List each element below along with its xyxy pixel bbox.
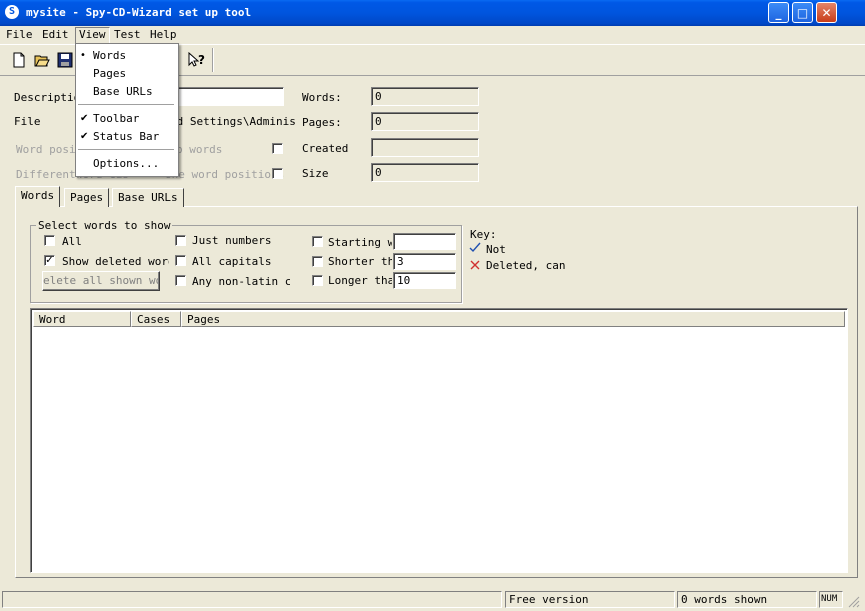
toolbar-separator [212,48,214,72]
cross-icon [469,259,481,271]
view-menu-words[interactable]: • Words [76,47,176,64]
one-word-positions-label: one word positions [165,168,285,181]
tab-base-urls[interactable]: Base URLs [112,188,184,207]
created-label: Created [302,142,349,155]
new-document-icon[interactable] [8,49,29,70]
stop-words-label: p words [176,143,223,156]
description-input[interactable] [170,87,284,106]
title-bar: S mysite - Spy-CD-Wizard set up tool _ □… [0,0,865,26]
menu-file[interactable]: File [3,27,36,43]
checkmark-icon: ✔ [80,131,89,142]
select-words-group-title: Select words to show [36,219,173,232]
view-menu-toolbar[interactable]: ✔ Toolbar [76,110,176,127]
just-numbers-checkbox[interactable] [175,235,186,246]
tab-words[interactable]: Words [15,186,61,207]
minimize-button[interactable]: _ [768,2,789,23]
open-folder-icon[interactable] [31,49,52,70]
all-checkbox[interactable] [44,235,55,246]
longer-than-label: Longer than [328,274,392,287]
view-menu-dropdown: • Words Pages Base URLs ✔ Toolbar ✔ Stat… [75,43,179,177]
pages-count-label: Pages: [302,116,342,129]
maximize-button[interactable]: □ [792,2,813,23]
view-menu-base-urls-label: Base URLs [93,85,153,98]
all-label: All [62,235,82,248]
size-field: 0 [371,163,479,182]
file-label: File [14,115,41,128]
words-list[interactable]: Word Cases Pages [30,308,848,573]
show-deleted-label: Show deleted words [62,255,169,268]
view-menu-options-label: Options... [93,157,160,170]
key-not-label: Not [486,243,506,256]
checkmark-icon: ✔ [80,113,89,124]
column-header-pages[interactable]: Pages [181,311,845,327]
pages-count-field: 0 [371,112,479,131]
status-pane-words-shown: 0 words shown [677,591,817,608]
tab-pages[interactable]: Pages [64,188,110,207]
close-button[interactable]: ✕ [816,2,837,23]
starting-with-checkbox[interactable] [312,236,323,247]
status-pane-num: NUM [819,591,843,608]
one-word-positions-checkbox[interactable] [272,168,283,179]
menu-separator [78,149,174,150]
different-label: Different [16,168,76,181]
all-capitals-checkbox[interactable] [175,255,186,266]
view-menu-status-bar[interactable]: ✔ Status Bar [76,128,176,145]
checkmark-icon [469,242,481,254]
status-pane-version: Free version [505,591,675,608]
show-deleted-checkbox[interactable]: ✓ [44,255,55,266]
longer-than-input[interactable]: 10 [393,272,456,289]
shorter-than-label: Shorter th [328,255,392,268]
words-count-field: 0 [371,87,479,106]
resize-grip-icon[interactable] [846,594,860,608]
longer-than-checkbox[interactable] [312,275,323,286]
status-pane-main [2,591,502,608]
view-menu-base-urls[interactable]: Base URLs [76,83,176,100]
key-deleted-label: Deleted, can [486,259,566,272]
words-count-label: Words: [302,91,342,104]
menu-bar: File Edit View Test Help [0,26,865,45]
shorter-than-checkbox[interactable] [312,256,323,267]
stop-words-checkbox[interactable] [272,143,283,154]
just-numbers-label: Just numbers [192,234,272,247]
view-menu-pages[interactable]: Pages [76,65,176,82]
window-title: mysite - Spy-CD-Wizard set up tool [26,6,252,19]
save-disk-icon[interactable] [54,49,75,70]
delete-all-shown-button[interactable]: elete all shown wor [42,271,160,291]
column-header-word[interactable]: Word [33,311,131,327]
starting-with-label: Starting w [328,236,392,249]
menu-help[interactable]: Help [147,27,180,43]
view-menu-pages-label: Pages [93,67,127,80]
menu-separator [78,104,174,105]
size-label: Size [302,167,329,180]
any-non-latin-label: Any non-latin ch [192,275,290,288]
view-menu-toolbar-label: Toolbar [93,112,140,125]
radio-bullet-icon: • [80,50,86,61]
column-header-cases[interactable]: Cases [131,311,181,327]
context-help-icon[interactable]: ? [185,49,206,70]
view-menu-options[interactable]: Options... [76,155,176,172]
all-capitals-label: All capitals [192,255,272,268]
created-field [371,138,479,157]
menu-edit[interactable]: Edit [39,27,72,43]
view-menu-words-label: Words [93,49,127,62]
view-menu-status-bar-label: Status Bar [93,130,160,143]
starting-with-input[interactable] [393,233,456,250]
svg-text:?: ? [198,53,205,67]
any-non-latin-checkbox[interactable] [175,275,186,286]
menu-test[interactable]: Test [111,27,144,43]
key-title: Key: [470,228,497,241]
file-path-value: nd Settings\Adminis [170,115,296,128]
app-icon[interactable]: S [5,5,19,19]
shorter-than-input[interactable]: 3 [393,253,456,270]
